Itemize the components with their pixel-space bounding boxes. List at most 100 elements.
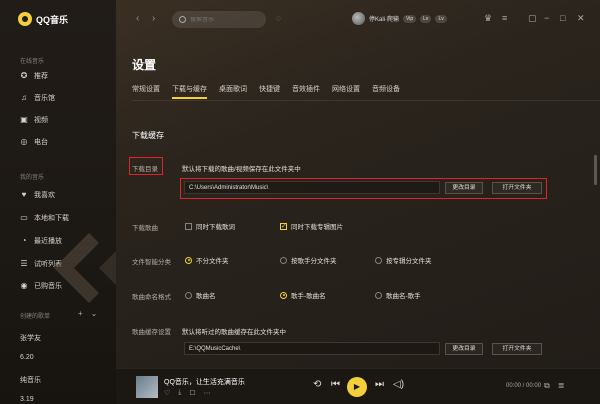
download-icon[interactable]: ⤓: [178, 389, 181, 397]
song-actions: ♡ ⤓ ☐ ⋯: [164, 389, 211, 397]
avatar[interactable]: [352, 12, 365, 25]
skin-icon[interactable]: ♛: [484, 13, 492, 24]
cache-path-field[interactable]: E:\QQMusicCache\: [184, 342, 440, 355]
level-badge[interactable]: Lv: [420, 14, 432, 23]
download-song-label: 下载歌曲: [132, 225, 158, 232]
sidebar-item-radio[interactable]: ◎ 电台: [20, 136, 112, 148]
cover-checkbox[interactable]: [280, 222, 287, 230]
clock-icon: ◔: [21, 236, 27, 245]
sidebar-item-music-hall[interactable]: ♫ 音乐馆: [20, 92, 112, 104]
app-logo[interactable]: QQ音乐: [18, 12, 68, 26]
add-playlist-icon[interactable]: +: [78, 309, 83, 318]
sidebar-item-favorites[interactable]: ♥ 我喜欢: [20, 189, 112, 201]
tab-desktop-lyrics[interactable]: 桌面歌词: [219, 84, 247, 98]
naming-option-song[interactable]: 歌曲名: [185, 290, 216, 300]
cover-option[interactable]: 同时下载专辑图片: [280, 221, 343, 231]
naming-radio[interactable]: [280, 291, 287, 299]
comment-icon[interactable]: ☐: [189, 389, 195, 397]
naming-radio[interactable]: [185, 291, 192, 299]
radio-icon: ◎: [20, 137, 28, 146]
forward-icon[interactable]: ›: [152, 13, 155, 24]
next-icon[interactable]: ⏭: [375, 379, 384, 390]
naming-option-song-artist[interactable]: 歌曲名-歌手: [375, 290, 421, 300]
album-cover[interactable]: [136, 376, 158, 398]
vip-badge[interactable]: Vip: [403, 14, 417, 23]
playlist-item[interactable]: 6.20: [20, 354, 34, 361]
classify-radio[interactable]: [375, 256, 382, 264]
tab-audio-plugins[interactable]: 音效插件: [292, 84, 320, 98]
sidebar-item-label: 我喜欢: [34, 192, 55, 199]
sidebar: QQ音乐 在线音乐 ✪ 推荐 ♫ 音乐馆 ▣ 视频 ◎ 电台 我的音乐 ♥ 我喜…: [0, 0, 116, 404]
previous-icon[interactable]: ⏮: [331, 379, 340, 390]
cache-open-folder-button[interactable]: 打开文件夹: [492, 343, 542, 355]
mini-mode-icon[interactable]: ▢: [528, 13, 537, 24]
created-playlists-title: 创建的歌单: [20, 314, 51, 320]
lyrics-option-label: 同时下载歌词: [196, 224, 235, 231]
playlist-item[interactable]: 纯音乐: [20, 375, 41, 385]
back-icon[interactable]: ‹: [136, 13, 139, 24]
play-time: 00:00 / 00:00: [506, 383, 542, 389]
search-icon: [179, 16, 186, 23]
highlight-box-label: [129, 157, 163, 175]
playlist-icon[interactable]: ≣: [558, 381, 565, 391]
settings-scrollbar[interactable]: [594, 155, 597, 185]
classify-radio[interactable]: [185, 256, 192, 264]
like-icon[interactable]: ♡: [164, 389, 170, 397]
classify-label: 文件智能分类: [132, 259, 171, 266]
computer-icon: ▭: [20, 213, 28, 222]
settings-icon[interactable]: ≡: [502, 13, 507, 23]
naming-radio[interactable]: [375, 291, 382, 299]
list-icon: ☰: [20, 259, 28, 268]
volume-icon[interactable]: ◁): [393, 379, 404, 390]
lyrics-checkbox[interactable]: [185, 222, 192, 230]
naming-option-artist-song[interactable]: 歌手-歌曲名: [280, 290, 326, 300]
tab-download-cache[interactable]: 下载与缓存: [172, 84, 207, 99]
minimize-icon[interactable]: −: [544, 13, 549, 23]
user-area[interactable]: 停Kali·爬输 Vip Lv Lv: [352, 12, 447, 25]
search-box[interactable]: [172, 11, 266, 28]
play-button[interactable]: ▶: [347, 377, 367, 397]
classify-option-album[interactable]: 按专辑分文件夹: [375, 255, 432, 265]
page-title: 设置: [132, 58, 157, 72]
level-badge-2[interactable]: Lv: [435, 14, 447, 23]
cache-desc: 默认将听过的歌曲缓存在此文件夹中: [182, 329, 286, 336]
cover-option-label: 同时下载专辑图片: [291, 224, 343, 231]
purchased-icon: ◉: [20, 281, 28, 290]
my-music-title: 我的音乐: [20, 175, 45, 181]
close-icon[interactable]: ✕: [577, 13, 585, 24]
online-music-title: 在线音乐: [20, 59, 45, 65]
naming-option-label: 歌曲名-歌手: [386, 293, 421, 300]
username[interactable]: 停Kali·爬输: [369, 14, 399, 23]
lyrics-option[interactable]: 同时下载歌词: [185, 221, 235, 231]
more-icon[interactable]: ⋯: [204, 389, 211, 397]
classify-radio[interactable]: [280, 256, 287, 264]
maximize-icon[interactable]: □: [560, 13, 565, 23]
lyrics-icon[interactable]: ⧉: [544, 381, 550, 391]
sidebar-item-video[interactable]: ▣ 视频: [20, 114, 112, 126]
sidebar-item-label: 音乐馆: [34, 95, 55, 102]
section-title: 下载缓存: [132, 131, 164, 140]
voice-search-icon[interactable]: ◌: [276, 14, 281, 23]
classify-option-label: 不分文件夹: [196, 258, 229, 265]
tab-network[interactable]: 网络设置: [332, 84, 360, 98]
music-note-icon: ♫: [21, 93, 27, 102]
sidebar-item-recommend[interactable]: ✪ 推荐: [20, 70, 112, 82]
player-bar: QQ音乐，让生活充满音乐 ♡ ⤓ ☐ ⋯ ⟲ ⏮ ▶ ⏭ ◁) 00:00 / …: [116, 368, 600, 404]
classify-option-none[interactable]: 不分文件夹: [185, 255, 229, 265]
loop-mode-icon[interactable]: ⟲: [313, 379, 321, 390]
qq-music-logo-icon: [18, 12, 32, 26]
playlist-item[interactable]: 3.19: [20, 396, 34, 403]
download-dir-desc: 默认将下载的歌曲/视频保存在此文件夹中: [182, 166, 301, 173]
search-input[interactable]: [190, 16, 260, 23]
cache-change-dir-button[interactable]: 更改目录: [445, 343, 483, 355]
tab-shortcuts[interactable]: 快捷键: [259, 84, 280, 98]
playlist-item[interactable]: 张学友: [20, 333, 41, 343]
chevron-down-icon[interactable]: ⌄: [91, 309, 98, 318]
tab-general[interactable]: 常规设置: [132, 84, 160, 98]
classify-option-artist[interactable]: 按歌手分文件夹: [280, 255, 337, 265]
highlight-box-path: [180, 178, 547, 199]
song-title[interactable]: QQ音乐，让生活充满音乐: [164, 377, 245, 387]
sidebar-item-label: 推荐: [34, 73, 48, 80]
naming-option-label: 歌手-歌曲名: [291, 293, 326, 300]
tab-audio-device[interactable]: 音频设备: [372, 84, 400, 98]
